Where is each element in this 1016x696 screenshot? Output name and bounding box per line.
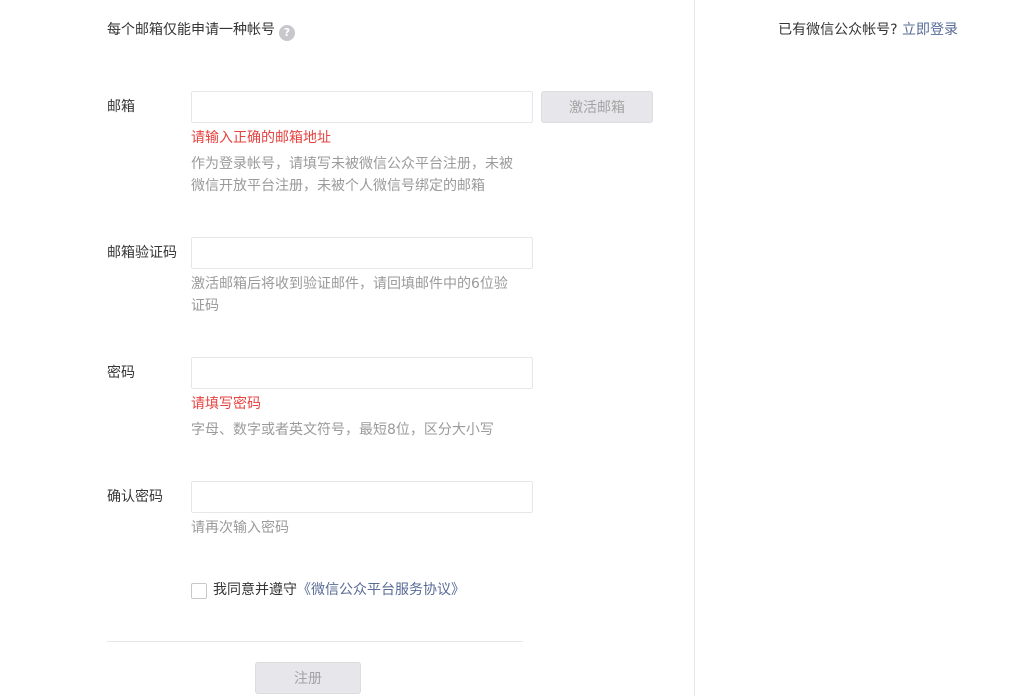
email-error: 请输入正确的邮箱地址: [191, 130, 331, 146]
form-divider: [107, 641, 523, 642]
code-label: 邮箱验证码: [107, 245, 177, 261]
agreement-link[interactable]: 《微信公众平台服务协议》: [297, 582, 465, 598]
confirm-label: 确认密码: [107, 489, 163, 505]
email-input[interactable]: [191, 91, 533, 123]
register-button[interactable]: 注册: [255, 662, 361, 694]
have-account-text: 已有微信公众帐号?: [778, 22, 898, 38]
confirm-tip: 请再次输入密码: [191, 520, 289, 536]
password-label: 密码: [107, 365, 135, 381]
password-tip: 字母、数字或者英文符号，最短8位，区分大小写: [191, 422, 494, 438]
agreement-text: 我同意并遵守: [213, 582, 297, 598]
email-label: 邮箱: [107, 99, 135, 115]
code-input[interactable]: [191, 237, 533, 269]
password-input[interactable]: [191, 357, 533, 389]
confirm-password-input[interactable]: [191, 481, 533, 513]
notice-text: 每个邮箱仅能申请一种帐号: [107, 22, 275, 38]
help-icon[interactable]: ?: [279, 25, 295, 41]
agreement-row: 我同意并遵守《微信公众平台服务协议》: [213, 580, 465, 600]
code-tip: 激活邮箱后将收到验证邮件，请回填邮件中的6位验证码: [191, 276, 508, 314]
login-prompt: 已有微信公众帐号? 立即登录: [778, 20, 958, 40]
email-tip: 作为登录帐号，请填写未被微信公众平台注册，未被微信开放平台注册，未被个人微信号绑…: [191, 156, 513, 194]
password-error: 请填写密码: [191, 396, 261, 412]
agreement-checkbox[interactable]: [191, 583, 207, 599]
activate-email-button[interactable]: 激活邮箱: [541, 91, 653, 123]
login-link[interactable]: 立即登录: [902, 22, 958, 38]
vertical-divider: [694, 0, 695, 696]
account-notice: 每个邮箱仅能申请一种帐号?: [107, 20, 295, 41]
